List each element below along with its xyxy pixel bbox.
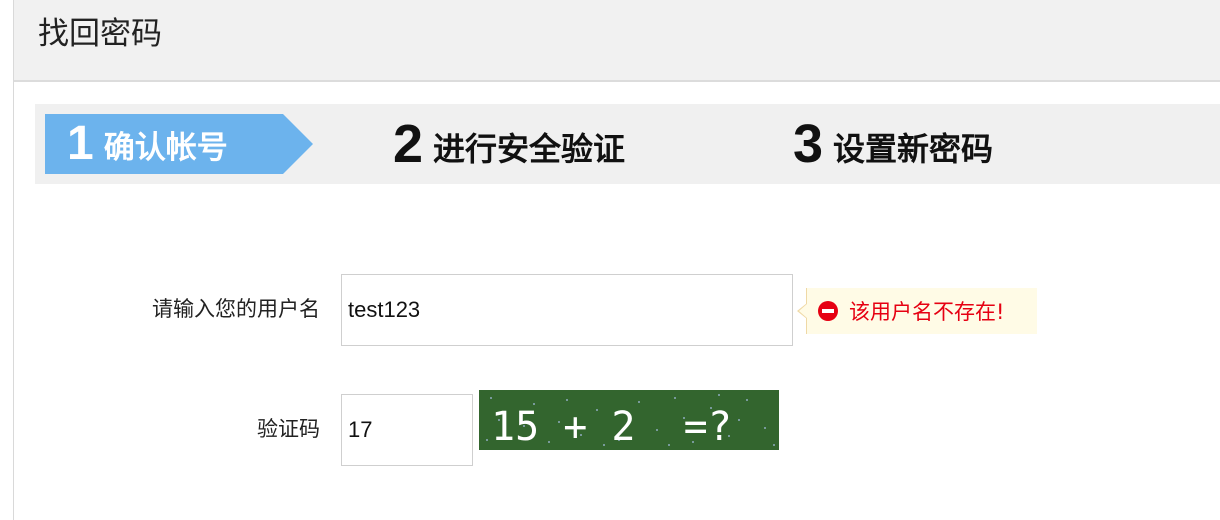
no-entry-icon (818, 301, 838, 321)
username-error-tip: 该用户名不存在! (797, 288, 1037, 334)
step-number: 1 (67, 117, 94, 170)
captcha-label: 验证码 (257, 417, 320, 441)
step-1-confirm-account: 1 确认帐号 (45, 114, 313, 174)
step-2-security-verify: 2 进行安全验证 (393, 104, 625, 184)
username-input[interactable] (341, 274, 793, 346)
step-label: 进行安全验证 (433, 130, 626, 168)
steps-bar: 1 确认帐号 2 进行安全验证 3 设置新密码 (35, 104, 1220, 184)
step-label: 设置新密码 (833, 130, 994, 168)
captcha-text: 15 + 2 =? (491, 404, 732, 450)
page-title: 找回密码 (38, 16, 162, 52)
page-header: 找回密码 (14, 0, 1220, 82)
page: 找回密码 1 确认帐号 2 进行安全验证 3 设置新密码 请输入您的用户名 该用… (13, 0, 1220, 520)
username-label: 请输入您的用户名 (152, 297, 320, 321)
step-3-set-new-password: 3 设置新密码 (793, 104, 993, 184)
step-number: 3 (793, 114, 824, 174)
username-error-text: 该用户名不存在! (849, 300, 1005, 324)
captcha-input[interactable] (341, 394, 473, 466)
step-label: 确认帐号 (103, 130, 228, 166)
step-number: 2 (393, 114, 424, 174)
captcha-image[interactable]: 15 + 2 =? (479, 390, 779, 450)
